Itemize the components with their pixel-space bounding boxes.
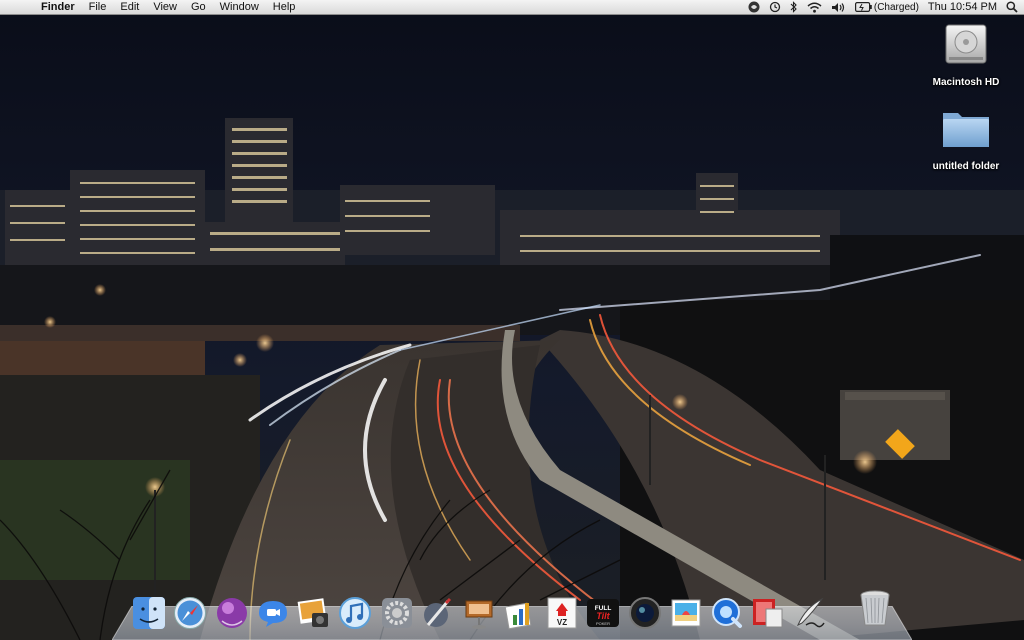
photo-booth-icon <box>628 597 661 629</box>
vz-app-icon: VZ <box>547 597 577 629</box>
svg-text:VZ: VZ <box>557 618 567 627</box>
trash-icon <box>860 590 890 626</box>
desktop-wallpaper <box>0 0 1024 640</box>
quicktime-icon <box>712 598 743 628</box>
svg-text:POKER: POKER <box>596 621 610 626</box>
dock-grapher[interactable] <box>502 594 540 632</box>
desktop-icon-label: untitled folder <box>932 161 1000 172</box>
dock-app-purple[interactable] <box>213 594 251 632</box>
itunes-icon <box>339 597 372 629</box>
volume-icon[interactable] <box>831 0 846 15</box>
dock-trash[interactable] <box>856 588 894 628</box>
dock-itunes[interactable] <box>336 594 374 632</box>
safari-icon <box>174 597 207 629</box>
menu-view[interactable]: View <box>146 0 184 15</box>
script-editor-icon <box>424 597 452 627</box>
menu-extra-icon[interactable] <box>748 0 760 15</box>
menu-clock[interactable]: Thu 10:54 PM <box>928 1 997 13</box>
time-machine-icon[interactable] <box>769 0 781 15</box>
keynote-icon <box>465 600 493 629</box>
menu-file[interactable]: File <box>82 0 114 15</box>
spotlight-icon[interactable] <box>1006 0 1018 15</box>
dock-script-app[interactable] <box>791 594 829 632</box>
dock-iphoto[interactable] <box>295 594 333 632</box>
menu-edit[interactable]: Edit <box>113 0 146 15</box>
desktop-icon-untitled-folder[interactable]: untitled folder <box>921 107 1011 174</box>
menu-finder[interactable]: Finder <box>34 0 82 15</box>
script-icon <box>796 597 825 628</box>
menu-bar: Finder File Edit View Go Window Help (Ch… <box>0 0 1024 15</box>
dock-photo-app[interactable] <box>749 594 787 632</box>
full-tilt-poker-icon: FULL Tilt POKER <box>587 599 620 627</box>
hard-drive-icon <box>945 24 987 64</box>
system-preferences-icon <box>381 598 412 628</box>
dock-finder[interactable] <box>130 594 168 632</box>
ichat-icon <box>258 601 287 627</box>
dock-preview[interactable] <box>667 594 705 632</box>
desktop-icon-label: Macintosh HD <box>932 77 1000 88</box>
dock-script-editor[interactable] <box>419 594 457 632</box>
preview-icon <box>671 599 701 627</box>
dock-vz-app[interactable]: VZ <box>543 594 581 632</box>
menu-go[interactable]: Go <box>184 0 213 15</box>
dock-photo-booth[interactable] <box>626 594 664 632</box>
iphoto-icon <box>297 598 329 627</box>
desktop-icon-macintosh-hd[interactable]: Macintosh HD <box>921 21 1011 90</box>
wifi-icon[interactable] <box>807 0 822 15</box>
dock-system-preferences[interactable] <box>378 594 416 632</box>
itunes-visualizer-icon <box>216 598 247 628</box>
bluetooth-icon[interactable] <box>790 0 798 15</box>
grapher-icon <box>504 602 531 630</box>
battery-status-text: (Charged) <box>873 1 919 13</box>
folder-icon <box>943 113 989 147</box>
dock-full-tilt-poker[interactable]: FULL Tilt POKER <box>584 594 622 632</box>
finder-icon <box>133 597 165 629</box>
dock: VZ FULL Tilt POKER <box>130 586 900 632</box>
menu-help[interactable]: Help <box>266 0 303 15</box>
menu-window[interactable]: Window <box>213 0 266 15</box>
photo-app-icon <box>753 599 783 628</box>
battery-icon[interactable] <box>854 0 872 15</box>
dock-quicktime[interactable] <box>708 594 746 632</box>
svg-text:Tilt: Tilt <box>597 611 611 621</box>
dock-keynote[interactable] <box>460 594 498 632</box>
dock-ichat[interactable] <box>254 594 292 632</box>
dock-safari[interactable] <box>171 594 209 632</box>
status-area: (Charged) Thu 10:54 PM <box>739 0 1024 15</box>
